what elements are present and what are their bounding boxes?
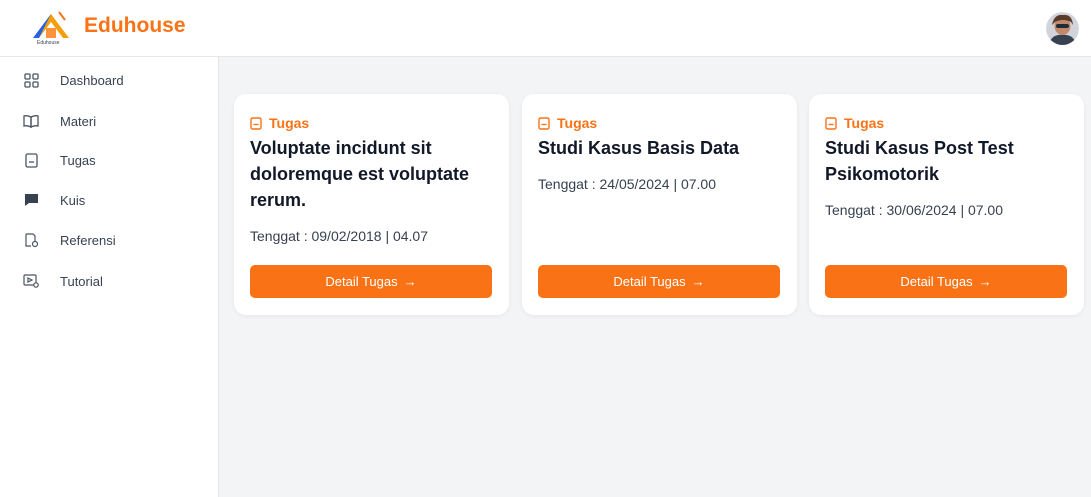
tutorial-icon: [23, 273, 39, 289]
sidebar-item-tugas[interactable]: Tugas: [0, 143, 219, 177]
detail-task-label: Detail Tugas: [900, 274, 973, 289]
sidebar-item-label: Materi: [60, 113, 97, 129]
sidebar-item-materi[interactable]: Materi: [0, 104, 219, 138]
detail-task-button[interactable]: Detail Tugas →: [250, 265, 492, 298]
task-card: Tugas Studi Kasus Basis Data Tenggat : 2…: [522, 94, 797, 315]
task-due-date: Tenggat : 24/05/2024 | 07.00: [538, 176, 717, 192]
user-avatar[interactable]: [1046, 12, 1079, 45]
sidebar-item-label: Tutorial: [60, 273, 103, 289]
detail-task-button[interactable]: Detail Tugas →: [825, 265, 1067, 298]
task-title: Studi Kasus Post Test Psikomotorik: [825, 138, 1014, 184]
task-tag: Tugas: [825, 114, 884, 132]
sidebar-item-referensi[interactable]: Referensi: [0, 223, 219, 257]
eduhouse-logo[interactable]: Eduhouse: [29, 8, 73, 46]
task-title: Studi Kasus Basis Data: [538, 138, 740, 158]
task-card: Tugas Voluptate incidunt sit doloremque …: [234, 94, 509, 315]
task-tag: Tugas: [250, 114, 309, 132]
house-logo-icon: Eduhouse: [33, 11, 69, 46]
sidebar: Dashboard Materi Tugas Kuis Referensi Tu…: [0, 57, 219, 497]
arrow-right-icon: →: [403, 274, 417, 289]
task-tag: Tugas: [538, 114, 597, 132]
detail-task-label: Detail Tugas: [325, 274, 398, 289]
sidebar-item-label: Kuis: [60, 192, 86, 208]
task-due-date: Tenggat : 30/06/2024 | 07.00: [825, 202, 1004, 218]
sidebar-item-label: Dashboard: [60, 72, 124, 88]
task-icon: [538, 116, 550, 130]
task-icon: [23, 152, 39, 168]
sidebar-item-kuis[interactable]: Kuis: [0, 183, 219, 217]
book-icon: [23, 113, 39, 129]
task-icon: [825, 116, 837, 130]
brand-name: Eduhouse: [84, 14, 186, 37]
task-due-date: Tenggat : 09/02/2018 | 04.07: [250, 228, 429, 244]
chat-icon: [23, 192, 39, 208]
task-title: Voluptate incidunt sit doloremque est vo…: [250, 138, 470, 210]
detail-task-label: Detail Tugas: [613, 274, 686, 289]
task-icon: [250, 116, 262, 130]
arrow-right-icon: →: [691, 274, 705, 289]
avatar-icon: [1046, 12, 1079, 45]
sidebar-item-tutorial[interactable]: Tutorial: [0, 264, 219, 298]
reference-icon: [23, 232, 39, 248]
sidebar-item-dashboard[interactable]: Dashboard: [0, 63, 219, 97]
sidebar-item-label: Referensi: [60, 232, 116, 248]
detail-task-button[interactable]: Detail Tugas →: [538, 265, 780, 298]
task-tag-label: Tugas: [557, 115, 598, 131]
task-tag-label: Tugas: [269, 115, 310, 131]
sidebar-item-label: Tugas: [60, 152, 96, 168]
logo-caption: Eduhouse: [37, 40, 60, 46]
arrow-right-icon: →: [978, 274, 992, 289]
top-header: Eduhouse Eduhouse: [0, 0, 1091, 57]
task-card: Tugas Studi Kasus Post Test Psikomotorik…: [809, 94, 1084, 315]
grid-icon: [23, 72, 39, 88]
task-tag-label: Tugas: [844, 115, 885, 131]
